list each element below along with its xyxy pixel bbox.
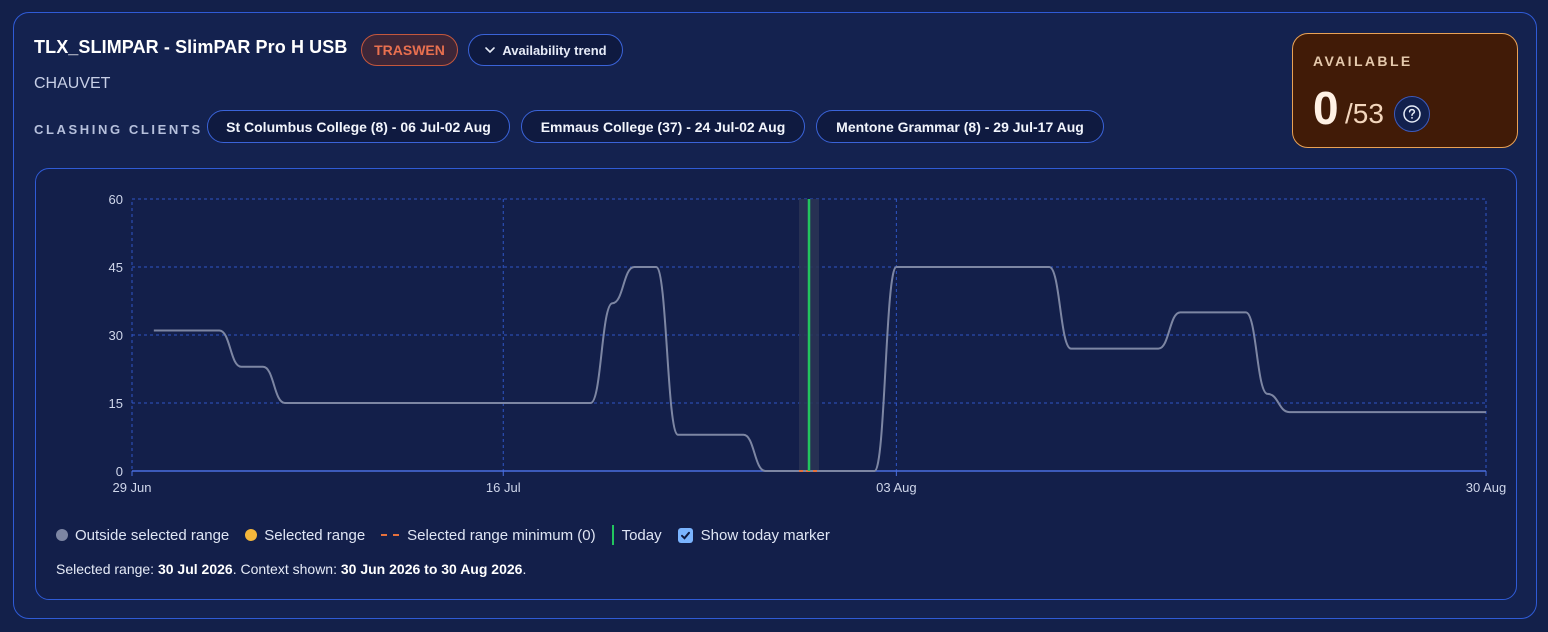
x-tick-label: 03 Aug (876, 480, 917, 495)
show-today-marker-toggle[interactable]: Show today marker (677, 526, 830, 544)
legend-today-bar (611, 525, 614, 545)
x-tick-label: 30 Aug (1466, 480, 1507, 495)
legend-minimum-label: Selected range minimum (0) (407, 526, 596, 544)
clashing-client-chip[interactable]: Emmaus College (37) - 24 Jul-02 Aug (521, 110, 805, 143)
checkmark-icon (680, 531, 690, 540)
availability-chart-panel: 0 15 30 45 60 29 Jun 16 Jul 03 Aug 30 Aug Outsid… (35, 168, 1517, 600)
availability-trend-button[interactable]: Availability trend (468, 34, 623, 66)
clashing-client-chip[interactable]: St Columbus College (8) - 06 Jul-02 Aug (207, 110, 510, 143)
help-button[interactable] (1394, 96, 1430, 132)
y-tick-label: 45 (109, 260, 123, 275)
availability-chart: 0 15 30 45 60 29 Jun 16 Jul 03 Aug 30 Aug (109, 192, 1507, 495)
legend-selected-dot (245, 529, 258, 541)
range-middle: . Context shown: (232, 561, 341, 577)
legend-selected-range: Selected range (245, 527, 365, 544)
y-tick-label: 15 (109, 396, 123, 411)
x-tick-label: 29 Jun (112, 480, 151, 495)
context-range-value: 30 Jun 2026 to 30 Aug 2026 (340, 561, 523, 577)
chevron-down-icon (485, 47, 496, 54)
available-panel: AVAILABLE 0 /53 (1292, 33, 1518, 148)
brand-name: CHAUVET (34, 75, 111, 92)
clashing-client-chip[interactable]: Mentone Grammar (8) - 29 Jul-17 Aug (816, 110, 1104, 143)
legend-selected-label: Selected range (264, 526, 366, 544)
legend-outside-range: Outside selected range (56, 527, 229, 544)
chart-legend: Outside selected range Selected range Se… (56, 525, 846, 545)
available-label: AVAILABLE (1313, 53, 1413, 69)
clashing-clients-label: CLASHING CLIENTS (34, 122, 203, 137)
item-title: TLX_SLIMPAR - SlimPAR Pro H USB (34, 37, 348, 57)
legend-minimum-dash (381, 534, 400, 536)
range-summary: Selected range: 30 Jul 2026. Context sho… (56, 561, 526, 577)
range-suffix: . (522, 561, 527, 577)
legend-today-label: Today (621, 526, 662, 544)
y-tick-label: 30 (109, 328, 123, 343)
legend-outside-label: Outside selected range (75, 526, 230, 544)
show-today-label: Show today marker (700, 526, 830, 544)
total-count: /53 (1345, 98, 1384, 129)
selected-range-value: 30 Jul 2026 (157, 561, 233, 577)
legend-outside-dot (56, 529, 68, 541)
question-icon (1403, 105, 1421, 123)
y-tick-label: 60 (109, 192, 123, 207)
y-tick-label: 0 (116, 464, 123, 479)
availability-card: TLX_SLIMPAR - SlimPAR Pro H USB TRASWEN … (13, 12, 1537, 619)
range-prefix: Selected range: (56, 561, 158, 577)
legend-today: Today (611, 525, 662, 545)
legend-selected-minimum: Selected range minimum (0) (381, 526, 596, 544)
availability-trend-label: Availability trend (502, 42, 607, 58)
show-today-checkbox[interactable] (677, 527, 693, 543)
status-badge: TRASWEN (361, 34, 458, 66)
x-tick-label: 16 Jul (486, 480, 521, 495)
available-count: 0 (1313, 82, 1339, 134)
availability-series-line (153, 266, 1486, 472)
